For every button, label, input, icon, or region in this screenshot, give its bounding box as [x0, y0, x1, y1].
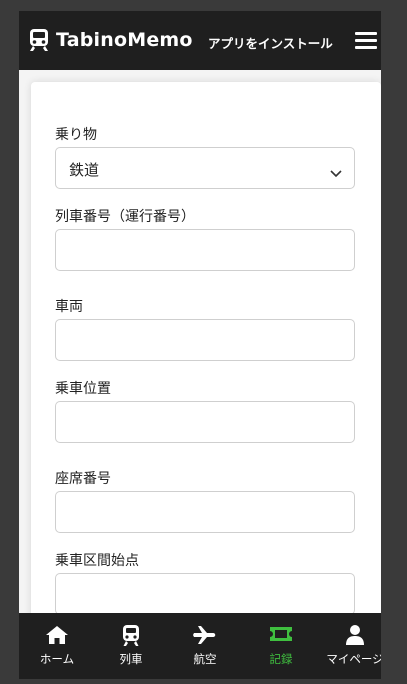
nav-train-label: 列車	[119, 652, 143, 666]
car-field[interactable]	[56, 320, 354, 360]
start-input[interactable]	[55, 573, 355, 615]
vehicle-select[interactable]: 鉄道	[55, 147, 355, 189]
position-field[interactable]	[56, 402, 354, 442]
train-icon	[95, 625, 167, 647]
install-app-link[interactable]: アプリをインストール	[208, 33, 333, 52]
nav-record[interactable]: 記録	[245, 613, 317, 679]
train-number-input[interactable]	[55, 229, 355, 271]
nav-flight[interactable]: 航空	[169, 613, 241, 679]
nav-flight-label: 航空	[193, 652, 217, 666]
nav-train[interactable]: 列車	[95, 613, 167, 679]
car-input[interactable]	[55, 319, 355, 361]
train-number-field[interactable]	[56, 230, 354, 270]
chevron-down-icon	[330, 163, 342, 182]
app-frame: TabinoMemo アプリをインストール 乗り物 鉄道 列車番号（運行番号） …	[19, 11, 381, 679]
vehicle-select-value: 鉄道	[69, 161, 100, 179]
nav-mypage-label: マイページ	[326, 652, 381, 666]
seat-label: 座席番号	[55, 471, 111, 487]
record-form-card: 乗り物 鉄道 列車番号（運行番号） 車両 乗車位置 座席番号 乗車区間始点	[31, 82, 381, 642]
ticket-icon	[245, 625, 317, 647]
position-label: 乗車位置	[55, 381, 111, 397]
hamburger-menu-icon[interactable]	[355, 32, 377, 50]
start-label: 乗車区間始点	[55, 553, 139, 569]
nav-home[interactable]: ホーム	[21, 613, 93, 679]
nav-record-label: 記録	[269, 652, 293, 666]
car-label: 車両	[55, 299, 83, 315]
train-number-label: 列車番号（運行番号）	[55, 209, 195, 225]
plane-icon	[169, 625, 241, 647]
user-icon	[319, 625, 381, 647]
nav-home-label: ホーム	[39, 652, 75, 666]
vehicle-label: 乗り物	[55, 127, 97, 143]
app-name: TabinoMemo	[56, 29, 193, 51]
bottom-navigation: ホーム 列車 航空 記録 マイページ	[19, 613, 381, 679]
home-icon	[21, 625, 93, 647]
start-field[interactable]	[56, 574, 354, 614]
train-logo-icon	[29, 29, 49, 51]
app-logo[interactable]: TabinoMemo	[29, 29, 193, 51]
nav-mypage[interactable]: マイページ	[319, 613, 381, 679]
seat-field[interactable]	[56, 492, 354, 532]
position-input[interactable]	[55, 401, 355, 443]
seat-input[interactable]	[55, 491, 355, 533]
top-header: TabinoMemo アプリをインストール	[19, 11, 381, 70]
